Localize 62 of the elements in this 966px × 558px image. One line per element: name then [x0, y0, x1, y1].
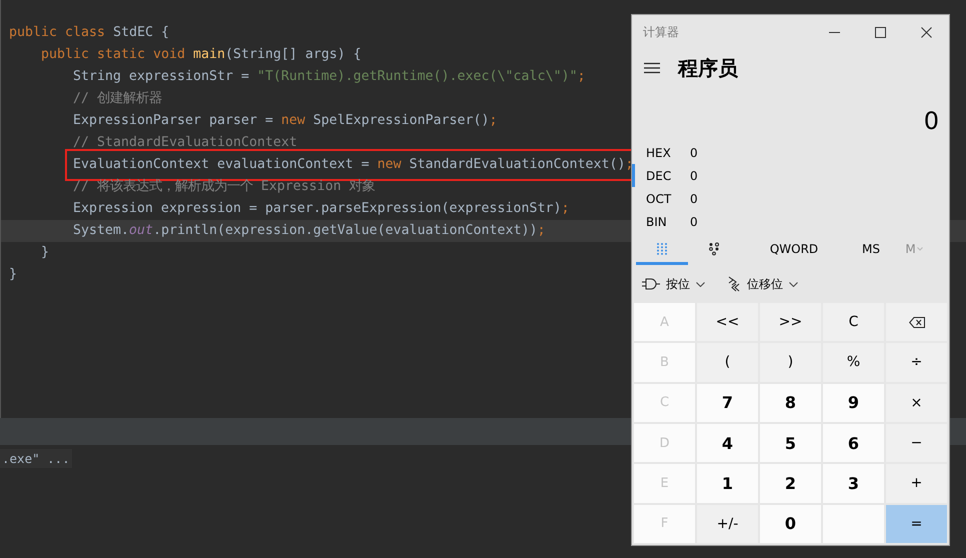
menu-button[interactable]: [644, 62, 660, 74]
dropdown-button[interactable]: 按位: [642, 276, 705, 292]
code-line: public static void main(String[] args) {: [40, 46, 362, 64]
base-name: HEX: [646, 146, 672, 160]
dropdown-button[interactable]: 位移位: [727, 276, 798, 292]
backspace-key[interactable]: [886, 303, 947, 342]
digit-key[interactable]: 1: [697, 464, 758, 503]
base-name: BIN: [646, 214, 668, 228]
digit-key[interactable]: 3: [823, 464, 884, 503]
operator-key[interactable]: >>: [760, 303, 821, 342]
base-name: DEC: [646, 168, 672, 182]
code-line: }: [40, 244, 50, 262]
code-line: public class StdEC {: [8, 24, 170, 42]
maximize-icon: [874, 26, 886, 38]
code-line: System.out.println(expression.getValue(evaluationContext));: [72, 222, 546, 240]
digit-key[interactable]: 2: [760, 464, 821, 503]
operator-key[interactable]: −: [886, 424, 947, 462]
base-value: 0: [690, 168, 698, 182]
code-line: String expressionStr = "T(Runtime).getRuntime().exec(\"calc\")";: [72, 68, 586, 86]
code-line: }: [8, 266, 18, 284]
digit-key[interactable]: 7: [697, 384, 758, 422]
result-display: 0: [924, 107, 939, 135]
operator-key[interactable]: %: [823, 343, 884, 382]
operator-key[interactable]: +: [886, 464, 947, 503]
base-name: OCT: [646, 192, 672, 206]
operator-key[interactable]: (: [697, 343, 758, 382]
close-icon: [920, 26, 932, 38]
chevron-down-icon: [696, 282, 705, 286]
operator-key[interactable]: <<: [697, 303, 758, 342]
digit-key[interactable]: 8: [760, 384, 821, 422]
base-value: 0: [690, 146, 698, 160]
chevron-down-icon: [789, 282, 798, 286]
keypad-icon: [656, 242, 668, 256]
toolbar-button[interactable]: MS: [848, 235, 894, 265]
digit-key[interactable]: 5: [760, 424, 821, 462]
base-value: 0: [690, 214, 698, 228]
dots-icon: [708, 242, 720, 256]
base-value: 0: [690, 192, 698, 206]
chevrons-icon: [727, 276, 741, 292]
mode-title: 程序员: [678, 54, 738, 82]
operator-key[interactable]: +/-: [697, 504, 758, 543]
digit-key[interactable]: 4: [697, 424, 758, 462]
operator-key[interactable]: C: [823, 303, 884, 342]
digit-key[interactable]: 0: [760, 504, 821, 543]
code-line: // 创建解析器: [72, 90, 164, 108]
number-base-row[interactable]: BIN 0: [632, 210, 949, 233]
code-line: // StandardEvaluationContext: [72, 134, 298, 152]
toolbar-button[interactable]: QWORD: [740, 235, 848, 265]
number-base-row[interactable]: DEC 0: [632, 164, 949, 187]
code-line: ExpressionParser parser = new SpelExpressionParser();: [72, 112, 498, 130]
digit-key[interactable]: 9: [823, 384, 884, 422]
caret-icon: [916, 246, 923, 250]
number-base-row[interactable]: OCT 0: [632, 187, 949, 210]
operator-key[interactable]: ÷: [886, 343, 947, 382]
backspace-icon: [908, 316, 924, 328]
window-title: 计算器: [643, 24, 680, 40]
operator-key[interactable]: ×: [886, 384, 947, 422]
operator-key[interactable]: ): [760, 343, 821, 382]
code-line: Expression expression = parser.parseExpression(expressionStr);: [72, 200, 570, 218]
equals-key[interactable]: =: [886, 504, 947, 543]
logic-gate-icon: [642, 278, 660, 290]
digit-key[interactable]: 6: [823, 424, 884, 462]
